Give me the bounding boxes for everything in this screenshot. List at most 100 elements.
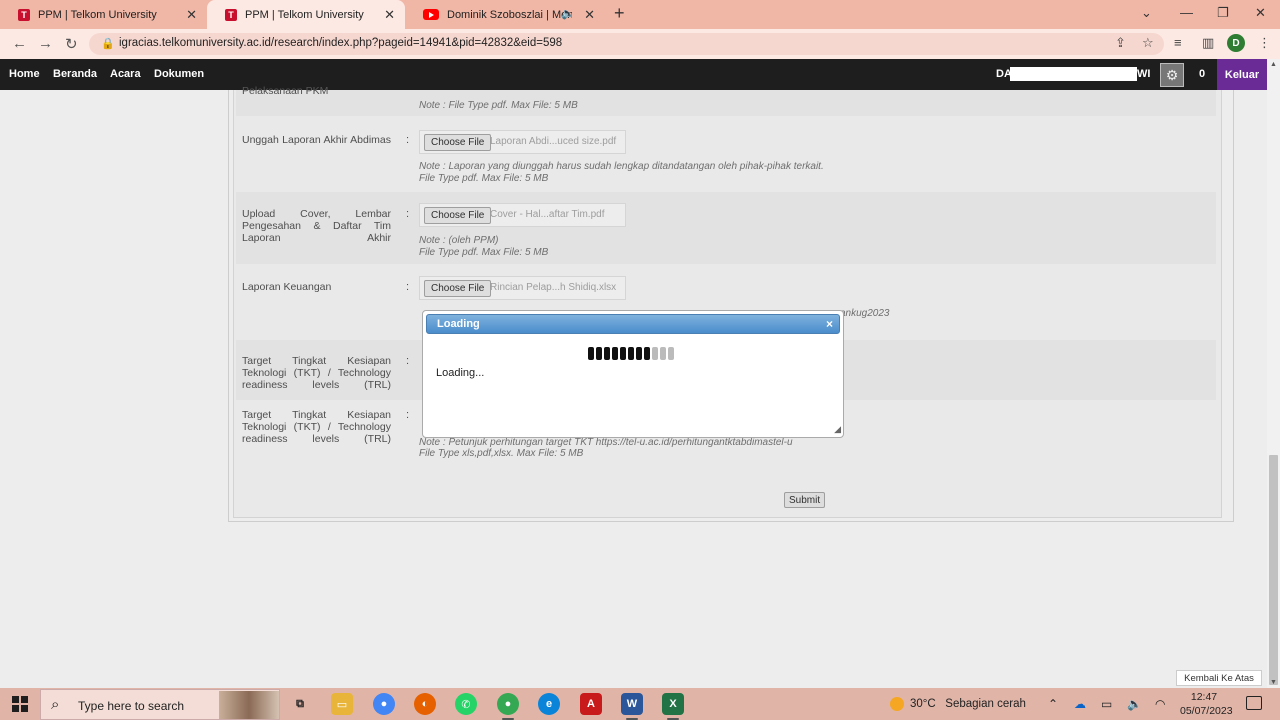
- file-input-laporan-akhir[interactable]: Choose File Laporan Abdi...uced size.pdf: [419, 130, 626, 154]
- field-note-fragment: ankug2023: [840, 308, 890, 319]
- window-close-icon[interactable]: ✕: [1255, 5, 1266, 21]
- browser-tab-3[interactable]: Dominik Szoboszlai | Menga 🔈 ✕: [405, 0, 605, 29]
- choose-file-button[interactable]: Choose File: [424, 134, 492, 151]
- restore-icon[interactable]: ❐: [1217, 5, 1229, 21]
- excel-icon[interactable]: X: [662, 693, 684, 720]
- bookmark-star-icon[interactable]: ☆: [1142, 35, 1154, 51]
- loader-segment: [620, 347, 626, 360]
- logout-button[interactable]: Keluar: [1217, 59, 1267, 90]
- menu-home[interactable]: Home: [9, 68, 40, 80]
- field-label: Target Tingkat Kesiapan Teknologi (TKT) …: [242, 409, 391, 445]
- file-input-cover[interactable]: Choose File Cover - Hal...aftar Tim.pdf: [419, 203, 626, 227]
- notification-count[interactable]: 0: [1199, 68, 1205, 80]
- browser-tab-2[interactable]: T PPM | Telkom University ✕: [207, 0, 405, 29]
- close-icon[interactable]: ×: [826, 317, 833, 331]
- form-row-laporan-akhir: Unggah Laporan Akhir Abdimas : Choose Fi…: [236, 118, 1216, 190]
- clock-date: 05/07/2023: [1180, 705, 1233, 717]
- new-tab-icon[interactable]: +: [614, 3, 625, 24]
- field-note: Note : Laporan yang diunggah harus sudah…: [419, 161, 824, 172]
- word-icon[interactable]: W: [621, 693, 643, 720]
- redacted-username: [1010, 67, 1137, 81]
- submit-button[interactable]: Submit: [784, 492, 826, 508]
- loader-segment: [604, 347, 610, 360]
- menu-acara[interactable]: Acara: [110, 68, 141, 80]
- taskbar-clock[interactable]: 12:47 05/07/2023: [1180, 690, 1233, 718]
- file-name: Cover - Hal...aftar Tim.pdf: [490, 209, 605, 220]
- kebab-menu-icon[interactable]: ⋮: [1258, 35, 1271, 51]
- file-explorer-icon[interactable]: ▭: [331, 693, 353, 715]
- scroll-thumb[interactable]: [1269, 455, 1278, 685]
- field-label: Unggah Laporan Akhir Abdimas: [242, 134, 391, 146]
- speaker-icon[interactable]: 🔈: [1127, 697, 1142, 711]
- colon: :: [406, 355, 410, 367]
- loader-segment: [644, 347, 650, 360]
- loader-segment: [612, 347, 618, 360]
- chrome-profile-icon[interactable]: ●: [497, 693, 519, 720]
- dialog-titlebar[interactable]: Loading ×: [426, 314, 840, 334]
- loader-segment: [652, 347, 658, 360]
- acrobat-icon[interactable]: A: [580, 693, 602, 715]
- back-to-top-button[interactable]: Kembali Ke Atas: [1176, 670, 1262, 686]
- url-text[interactable]: igracias.telkomuniversity.ac.id/research…: [119, 37, 562, 49]
- partly-sunny-icon: [890, 697, 904, 711]
- tab-title: PPM | Telkom University: [245, 8, 364, 21]
- chevron-up-icon[interactable]: ⌃: [1048, 697, 1058, 711]
- minimize-icon[interactable]: —: [1180, 5, 1193, 20]
- search-placeholder: Type here to search: [78, 699, 185, 713]
- browser-tab-1[interactable]: T PPM | Telkom University ✕: [0, 0, 207, 29]
- field-label: Laporan Keuangan: [242, 281, 332, 293]
- back-arrow-icon[interactable]: ←: [12, 35, 27, 52]
- browser-tabstrip: T PPM | Telkom University ✕ T PPM | Telk…: [0, 0, 1280, 29]
- user-avatar-icon[interactable]: ⚙: [1160, 63, 1184, 87]
- tab-title: Dominik Szoboszlai | Menga: [447, 8, 572, 21]
- resize-handle-icon[interactable]: ◢: [834, 424, 841, 435]
- menu-dokumen[interactable]: Dokumen: [154, 68, 204, 80]
- user-name-suffix[interactable]: WI: [1137, 68, 1150, 80]
- chrome-icon[interactable]: ●: [373, 693, 395, 715]
- lock-icon[interactable]: 🔒: [101, 37, 115, 50]
- speaker-icon[interactable]: 🔈: [561, 7, 575, 20]
- firefox-icon[interactable]: ◐: [414, 693, 436, 715]
- reload-icon[interactable]: ↻: [65, 35, 78, 53]
- colon: :: [406, 134, 410, 146]
- forward-arrow-icon[interactable]: →: [38, 35, 53, 52]
- whatsapp-icon[interactable]: ✆: [455, 693, 477, 715]
- colon: :: [406, 208, 410, 220]
- colon: :: [406, 409, 410, 421]
- wifi-icon[interactable]: ◠: [1155, 697, 1165, 711]
- weather-temp: 30°C: [910, 698, 936, 711]
- onedrive-icon[interactable]: ☁: [1074, 697, 1086, 711]
- task-view-icon[interactable]: ⧉: [289, 693, 311, 715]
- share-icon[interactable]: ⇪: [1115, 35, 1126, 51]
- clock-time: 12:47: [1190, 691, 1218, 703]
- choose-file-button[interactable]: Choose File: [424, 207, 492, 224]
- side-panel-icon[interactable]: ▥: [1202, 35, 1214, 51]
- taskbar-search[interactable]: ⌕ Type here to search: [40, 689, 280, 720]
- field-label: Upload Cover, Lembar Pengesahan & Daftar…: [242, 208, 391, 244]
- address-bar[interactable]: 🔒 igracias.telkomuniversity.ac.id/resear…: [89, 33, 1164, 55]
- chevron-down-icon[interactable]: ⌄: [1141, 5, 1152, 21]
- file-input-keuangan[interactable]: Choose File Rincian Pelap...h Shidiq.xls…: [419, 276, 626, 300]
- loader-segment: [668, 347, 674, 360]
- close-icon[interactable]: ✕: [584, 7, 595, 23]
- menu-beranda[interactable]: Beranda: [53, 68, 97, 80]
- field-note: File Type pdf. Max File: 5 MB: [419, 173, 549, 184]
- loader-segment: [636, 347, 642, 360]
- loader-segment: [660, 347, 666, 360]
- reading-list-icon[interactable]: ≡: [1174, 35, 1182, 50]
- loading-progress-bar: [588, 347, 674, 360]
- battery-icon[interactable]: ▭: [1101, 697, 1112, 711]
- weather-widget[interactable]: 30°C Sebagian cerah: [890, 697, 1026, 711]
- choose-file-button[interactable]: Choose File: [424, 280, 492, 297]
- windows-start-icon[interactable]: [12, 696, 28, 712]
- page-scrollbar[interactable]: ▲ ▼: [1267, 59, 1280, 688]
- close-icon[interactable]: ✕: [186, 7, 197, 23]
- scroll-down-icon[interactable]: ▼: [1270, 679, 1277, 686]
- windows-taskbar: ⌕ Type here to search ⧉ ▭ ● ◐ ✆ ● e A W …: [0, 688, 1280, 720]
- scroll-up-icon[interactable]: ▲: [1270, 61, 1277, 68]
- profile-avatar[interactable]: D: [1227, 34, 1245, 52]
- loader-segment: [588, 347, 594, 360]
- close-icon[interactable]: ✕: [384, 7, 395, 23]
- notification-center-icon[interactable]: [1246, 696, 1262, 710]
- edge-icon[interactable]: e: [538, 693, 560, 715]
